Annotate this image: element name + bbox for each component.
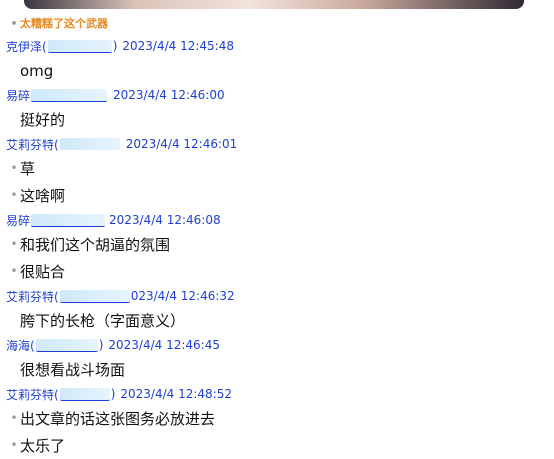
chat-message: • 出文章的话这张图务必放进去: [8, 407, 215, 429]
redacted-id: [31, 213, 106, 227]
message-header: 克伊泽( ) 2023/4/4 12:45:48: [6, 37, 234, 55]
bullet-icon: •: [10, 438, 18, 452]
bullet-icon: •: [8, 313, 20, 327]
chat-message: • 挺好的: [8, 108, 65, 130]
caption-text: 太糟糕了这个武器: [20, 17, 108, 30]
bullet-icon: •: [10, 188, 18, 202]
bullet-icon: •: [10, 16, 18, 30]
timestamp: 2023/4/4 12:46:01: [125, 137, 238, 151]
message-text: omg: [20, 62, 54, 80]
chat-message: • 这啥啊: [8, 184, 65, 206]
message-text: 很想看战斗场面: [20, 360, 126, 379]
image-caption: • 太糟糕了这个武器: [8, 14, 108, 32]
message-text: 和我们这个胡逼的氛围: [20, 235, 171, 254]
sender-name-close: ): [98, 338, 104, 352]
message-text: 太乐了: [20, 436, 66, 455]
message-text: 出文章的话这张图务必放进去: [20, 409, 216, 428]
sender-name-close: ): [112, 39, 118, 53]
shared-image-bottom-edge: [24, 0, 524, 9]
sender-name[interactable]: 艾莉芬特(: [6, 288, 59, 305]
bullet-icon: •: [10, 161, 18, 175]
sender-name[interactable]: 艾莉芬特(: [6, 136, 59, 153]
sender-name[interactable]: 克伊泽(: [6, 38, 47, 55]
timestamp: 2023/4/4 12:48:52: [120, 387, 232, 401]
chat-message: • 胯下的长枪（字面意义）: [8, 309, 185, 331]
message-text: 胯下的长枪（字面意义）: [20, 311, 186, 330]
bullet-icon: •: [10, 237, 18, 251]
chat-message: • 和我们这个胡逼的氛围: [8, 233, 170, 255]
message-text: 挺好的: [20, 110, 66, 129]
redacted-id: [59, 387, 110, 401]
chat-message: • 很想看战斗场面: [8, 358, 125, 380]
timestamp: 2023/4/4 12:46:45: [108, 338, 220, 352]
message-header: 易碎 2023/4/4 12:46:00: [6, 86, 225, 104]
sender-name-close: ): [110, 387, 116, 401]
message-text: 这啥啊: [20, 186, 66, 205]
sender-name[interactable]: 艾莉芬特(: [6, 386, 59, 403]
sender-name[interactable]: 易碎: [6, 212, 30, 229]
chat-message: • 很贴合: [8, 260, 65, 282]
redacted-id: [31, 88, 108, 102]
timestamp: 023/4/4 12:46:32: [130, 289, 235, 303]
redacted-id: [47, 39, 112, 53]
message-header: 艾莉芬特( 023/4/4 12:46:32: [6, 287, 235, 305]
chat-message: • omg: [8, 60, 53, 82]
redacted-id: [59, 138, 120, 150]
redacted-id: [59, 289, 130, 303]
bullet-icon: •: [8, 112, 20, 126]
timestamp: 2023/4/4 12:45:48: [122, 39, 234, 53]
bullet-icon: •: [8, 362, 20, 376]
sender-name[interactable]: 海海(: [6, 337, 35, 354]
message-header: 艾莉芬特( ) 2023/4/4 12:48:52: [6, 385, 232, 403]
message-text: 草: [20, 159, 36, 178]
message-header: 海海( ) 2023/4/4 12:46:45: [6, 336, 220, 354]
chat-message: • 太乐了: [8, 434, 65, 456]
message-header: 艾莉芬特( 2023/4/4 12:46:01: [6, 135, 237, 153]
timestamp: 2023/4/4 12:46:00: [113, 88, 225, 102]
chat-message: • 草: [8, 157, 35, 179]
bullet-icon: •: [10, 264, 18, 278]
message-text: 很贴合: [20, 262, 66, 281]
bullet-icon: •: [10, 411, 18, 425]
sender-name[interactable]: 易碎: [6, 87, 30, 104]
redacted-id: [35, 338, 98, 352]
message-header: 易碎 2023/4/4 12:46:08: [6, 211, 221, 229]
bullet-icon: •: [8, 64, 20, 78]
timestamp: 2023/4/4 12:46:08: [109, 213, 221, 227]
